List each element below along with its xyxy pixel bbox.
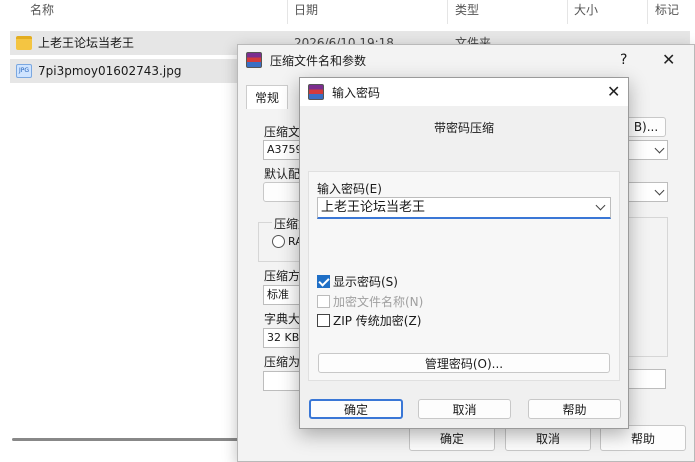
help-button[interactable]: 帮助: [528, 399, 621, 419]
dialog-heading: 带密码压缩: [433, 121, 494, 135]
ok-button[interactable]: 确定: [309, 399, 403, 419]
winrar-icon: [308, 84, 324, 100]
folder-icon: [16, 36, 32, 50]
extra-input[interactable]: [626, 369, 666, 389]
chevron-down-icon: [654, 143, 665, 154]
close-icon[interactable]: ✕: [662, 52, 675, 68]
password-input[interactable]: 上老王论坛当老王: [317, 197, 611, 219]
column-separator: [567, 0, 568, 24]
dictionary-label: 字典大: [264, 312, 301, 326]
radio-icon: [272, 235, 285, 248]
show-password-checkbox[interactable]: 显示密码(S): [317, 272, 398, 290]
options-groupbox: [628, 217, 668, 357]
encrypt-filenames-checkbox: 加密文件名称(N): [317, 292, 423, 310]
method-label: 压缩方: [264, 269, 301, 283]
method-dropdown[interactable]: 标准: [263, 285, 303, 305]
password-label: 输入密码(E): [317, 182, 382, 196]
dialog-title: 输入密码: [332, 85, 381, 100]
dialog-title: 压缩文件名和参数: [270, 53, 367, 68]
column-separator: [447, 0, 448, 24]
file-row[interactable]: JPG 7pi3pmoy01602743.jpg: [10, 59, 240, 83]
column-header-type[interactable]: 类型: [455, 0, 479, 22]
column-header-name[interactable]: 名称: [30, 0, 54, 22]
split-label: 压缩为: [264, 355, 301, 369]
manage-passwords-button[interactable]: 管理密码(O)...: [318, 353, 610, 373]
column-header-size[interactable]: 大小: [574, 0, 598, 22]
cancel-button[interactable]: 取消: [418, 399, 511, 419]
checkbox-icon: [317, 313, 330, 327]
help-icon[interactable]: ?: [620, 52, 627, 68]
file-name: 7pi3pmoy01602743.jpg: [38, 64, 182, 78]
dictionary-dropdown[interactable]: 32 KB: [263, 328, 303, 348]
update-mode-dropdown[interactable]: [628, 182, 668, 202]
browse-button[interactable]: B)...: [626, 117, 666, 137]
column-header-tags[interactable]: 标记: [655, 0, 679, 22]
file-name: 上老王论坛当老王: [38, 36, 135, 50]
zip-legacy-encryption-checkbox[interactable]: ZIP 传统加密(Z): [317, 311, 421, 329]
winrar-icon: [246, 52, 262, 68]
checkbox-checked-icon: [317, 274, 330, 288]
dialog-titlebar[interactable]: 输入密码 ✕: [300, 78, 628, 106]
archive-name-dropdown[interactable]: [628, 140, 668, 160]
column-separator: [647, 0, 648, 24]
close-icon[interactable]: ✕: [607, 84, 620, 100]
dialog-titlebar[interactable]: 压缩文件名和参数 ? ✕: [238, 45, 694, 75]
password-dialog: 输入密码 ✕ 带密码压缩 输入密码(E) 上老王论坛当老王 显示密码(S) 加密…: [299, 77, 629, 429]
tab-general[interactable]: 常规: [246, 85, 289, 109]
profile-button[interactable]: [263, 182, 303, 202]
split-volume-input[interactable]: [263, 371, 303, 391]
checkbox-icon: [317, 294, 330, 308]
jpg-file-icon: JPG: [16, 64, 32, 78]
default-profile-label: 默认配: [264, 167, 301, 181]
column-header-date[interactable]: 日期: [294, 0, 318, 22]
column-separator: [287, 0, 288, 24]
archive-name-label: 压缩文: [264, 125, 301, 139]
chevron-down-icon: [654, 185, 665, 196]
